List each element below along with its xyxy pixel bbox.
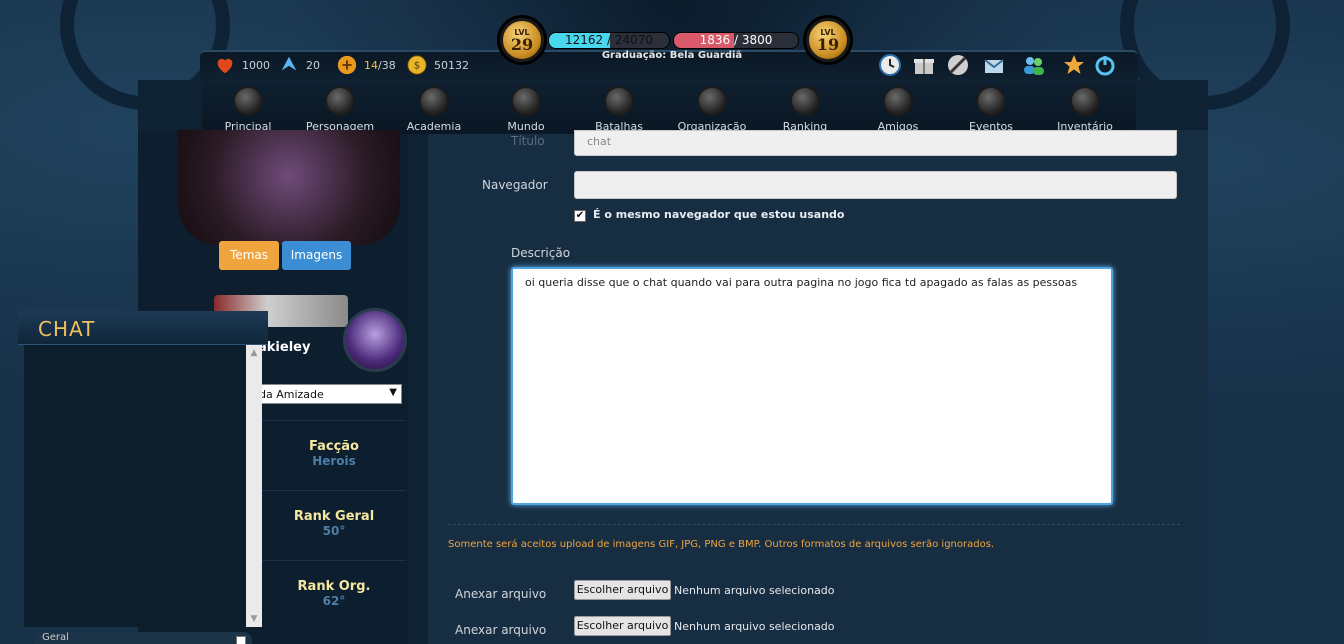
file-status-1: Nenhum arquivo selecionado: [674, 584, 835, 597]
rank-org-label: Rank Org.: [297, 579, 371, 594]
same-browser-label: É o mesmo navegador que estou usando: [593, 208, 845, 221]
hp-bar: 1836 / 3800: [673, 32, 799, 49]
character-art: [178, 130, 400, 245]
nav-batalhas[interactable]: Batalhas: [573, 82, 665, 134]
stamina-icon: [337, 55, 357, 75]
power-icon[interactable]: [1093, 53, 1117, 77]
personagem-icon: [325, 86, 355, 116]
friend-select-value: da Amizade: [259, 388, 324, 401]
amigos-icon: [883, 86, 913, 116]
hp-value: 1000: [242, 58, 270, 72]
nav-mundo[interactable]: Mundo: [480, 82, 572, 134]
imagens-button[interactable]: Imagens: [282, 241, 351, 270]
mundo-icon: [511, 86, 541, 116]
nav-label: Academia: [406, 120, 462, 133]
rank-geral-block: Rank Geral 50°: [262, 490, 406, 558]
principal-icon: [233, 86, 263, 116]
rank-org-value: 62°: [322, 594, 346, 608]
descricao-textarea[interactable]: oi queria disse que o chat quando vai pa…: [511, 267, 1113, 505]
rank-geral-label: Rank Geral: [293, 509, 375, 524]
hp-stat: 1000: [214, 54, 270, 76]
eventos-icon: [976, 86, 1006, 116]
chat-messages: [24, 345, 246, 627]
nav-organizacao[interactable]: Organização: [666, 82, 758, 134]
chat-header[interactable]: CHAT: [18, 311, 268, 345]
choose-file-button-1[interactable]: Escolher arquivo: [574, 580, 671, 600]
nav-inventario[interactable]: Inventário: [1039, 82, 1131, 134]
level-badge-right: LVL 19: [806, 18, 850, 62]
navegador-input[interactable]: [574, 171, 1177, 199]
energy-value: 20: [306, 58, 320, 72]
titulo-input[interactable]: chat: [574, 130, 1177, 156]
ranking-icon: [790, 86, 820, 116]
attach-label-1: Anexar arquivo: [455, 587, 547, 601]
mail-icon[interactable]: [982, 53, 1006, 77]
energy-icon: [281, 56, 297, 71]
clock-icon[interactable]: [878, 53, 902, 77]
xp-bar-text: 12162 / 24070: [564, 33, 654, 47]
chevron-down-icon: ▼: [389, 387, 397, 398]
stamina-stat: 14/38: [336, 54, 396, 76]
nav-amigos[interactable]: Amigos: [852, 82, 944, 134]
gold-stat: $ 50132: [406, 54, 469, 76]
nav-principal[interactable]: Principal: [202, 82, 294, 134]
chat-channel-tab[interactable]: Geral: [34, 632, 252, 644]
upload-warning: Somente será aceitos upload de imagens G…: [448, 539, 995, 550]
graduation-text: Graduação: Bela Guardiã: [601, 50, 743, 61]
xp-bar: 12162 / 24070: [548, 32, 670, 49]
batalhas-icon: [604, 86, 634, 116]
gold-value: 50132: [434, 58, 469, 72]
nav-personagem[interactable]: Personagem: [294, 82, 386, 134]
attach-label-2: Anexar arquivo: [455, 623, 547, 637]
level-value: 19: [816, 35, 840, 54]
avatar[interactable]: [343, 308, 407, 372]
settings-icon[interactable]: [946, 53, 970, 77]
hp-bar-text: 1836 / 3800: [699, 33, 773, 47]
form-divider: [448, 524, 1180, 525]
star-icon[interactable]: [1062, 53, 1086, 77]
temas-button[interactable]: Temas: [219, 241, 279, 270]
nav-eventos[interactable]: Eventos: [945, 82, 1037, 134]
chat-channel-checkbox[interactable]: [236, 636, 246, 644]
svg-text:$: $: [414, 61, 420, 72]
energy-stat: 20: [278, 54, 320, 76]
gold-coin-icon: $: [407, 55, 427, 75]
level-value: 29: [510, 35, 534, 54]
nav-ranking[interactable]: Ranking: [759, 82, 851, 134]
rank-org-block: Rank Org. 62°: [262, 560, 406, 628]
faccao-value: Herois: [312, 454, 356, 468]
navegador-label: Navegador: [482, 178, 548, 192]
chat-scrollbar[interactable]: ▲ ▼: [246, 345, 262, 627]
chat-channel-label: Geral: [42, 632, 69, 643]
gift-icon[interactable]: [912, 53, 936, 77]
heart-icon: [217, 58, 233, 74]
stamina-value: 14/38: [364, 58, 396, 72]
titulo-label: Título: [511, 134, 545, 148]
friend-select[interactable]: da Amizade ▼: [254, 384, 402, 404]
scroll-up-icon[interactable]: ▲: [246, 345, 262, 361]
level-badge-left: LVL 29: [500, 18, 544, 62]
descricao-label: Descrição: [511, 246, 571, 260]
chat-title: CHAT: [38, 317, 96, 341]
faccao-label: Facção: [308, 439, 359, 454]
organizacao-icon: [697, 86, 727, 116]
rank-geral-value: 50°: [322, 524, 346, 538]
academia-icon: [419, 86, 449, 116]
nav-academia[interactable]: Academia: [388, 82, 480, 134]
same-browser-checkbox[interactable]: ✔: [574, 210, 586, 222]
friends-icon[interactable]: [1022, 53, 1046, 77]
nav-label: Mundo: [507, 120, 545, 133]
file-status-2: Nenhum arquivo selecionado: [674, 620, 835, 633]
inventario-icon: [1070, 86, 1100, 116]
choose-file-button-2[interactable]: Escolher arquivo: [574, 616, 671, 636]
faccao-block: Facção Herois: [262, 420, 406, 488]
scroll-down-icon[interactable]: ▼: [246, 611, 262, 627]
main-nav: Principal Personagem Academia Mundo Bata…: [202, 82, 1136, 134]
